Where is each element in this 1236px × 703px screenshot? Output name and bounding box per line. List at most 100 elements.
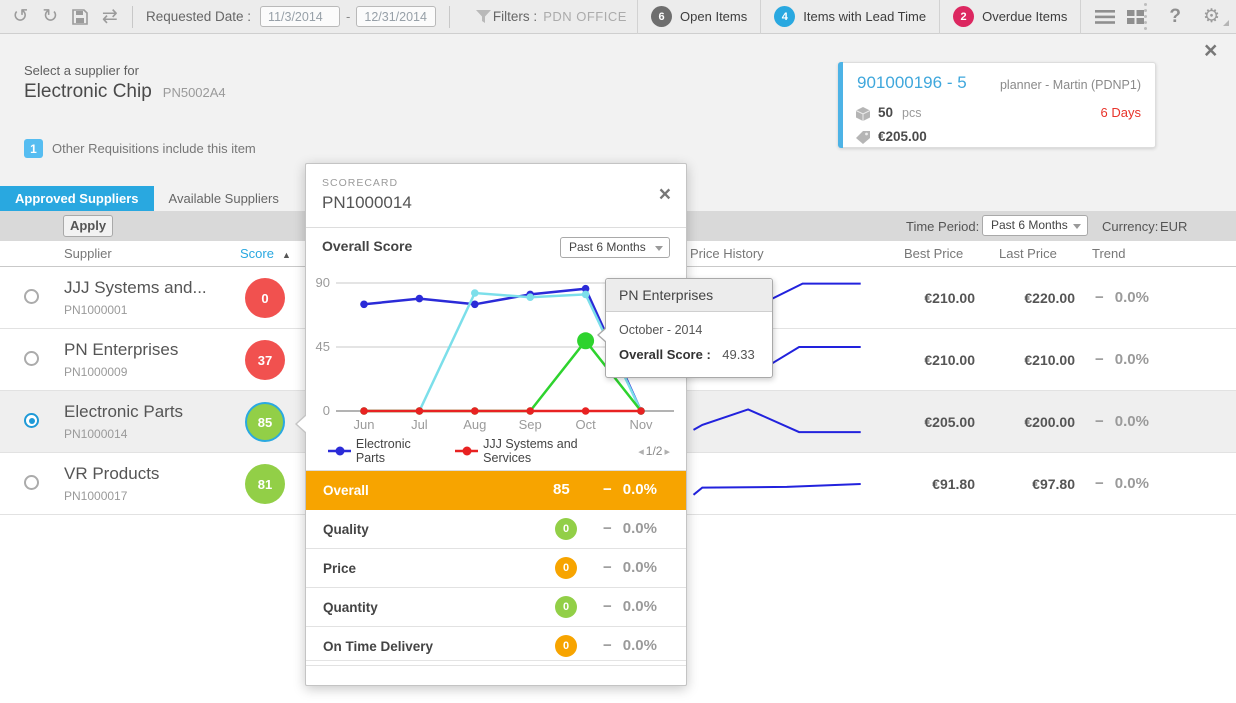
order-number-link[interactable]: 901000196 - 5 xyxy=(857,73,967,93)
supplier-score-badge[interactable]: 85 xyxy=(245,402,285,442)
metric-value: 85 xyxy=(553,481,570,498)
chart-line-electronic-parts xyxy=(364,289,641,411)
chart-point[interactable] xyxy=(526,293,534,301)
gear-icon[interactable]: ⚙ xyxy=(1203,7,1220,26)
column-score-sort[interactable]: Score▲ xyxy=(240,246,291,261)
close-icon[interactable]: × xyxy=(1204,39,1217,62)
metric-value-badge: 0 xyxy=(555,518,577,540)
order-price: €205.00 xyxy=(878,129,927,144)
redo-icon[interactable]: ↻ xyxy=(41,4,60,30)
trend-value: −0.0% xyxy=(1095,351,1149,368)
supplier-radio[interactable] xyxy=(24,289,39,304)
column-score-label: Score xyxy=(240,246,274,261)
metric-row[interactable]: Quantity 0 −0.0% xyxy=(306,588,686,627)
time-period-select[interactable]: Past 6 Months xyxy=(982,215,1088,236)
legend-next-icon[interactable]: ▸ xyxy=(664,445,670,458)
supplier-radio[interactable] xyxy=(24,413,39,428)
chart-point[interactable] xyxy=(582,407,590,415)
tooltip-body: October - 2014 Overall Score : 49.33 xyxy=(606,312,772,377)
date-to-input[interactable] xyxy=(356,6,436,27)
requisition-note: 1 Other Requisitions include this item xyxy=(24,139,256,158)
column-last-price: Last Price xyxy=(999,246,1057,261)
supplier-score-badge[interactable]: 81 xyxy=(245,464,285,504)
tooltip-score-label: Overall Score : xyxy=(619,347,711,362)
metric-label: Price xyxy=(323,561,356,576)
popup-close-icon[interactable]: × xyxy=(659,184,671,205)
scorecard-period-select[interactable]: Past 6 Months xyxy=(560,237,670,258)
column-price-history: Price History xyxy=(690,246,764,261)
metric-row[interactable]: Overall 85 −0.0% xyxy=(306,471,686,510)
column-trend: Trend xyxy=(1092,246,1125,261)
price-tag-icon xyxy=(855,130,871,149)
price-history-sparkline xyxy=(688,462,868,506)
metric-change: −0.0% xyxy=(603,520,657,537)
scorecard-title: PN1000014 xyxy=(322,193,670,213)
popup-callout-arrow xyxy=(295,414,306,434)
tooltip-title: PN Enterprises xyxy=(606,279,772,312)
chart-point[interactable] xyxy=(416,295,424,303)
supplier-score-badge[interactable]: 37 xyxy=(245,340,285,380)
chart-point[interactable] xyxy=(471,407,479,415)
tab-available-suppliers[interactable]: Available Suppliers xyxy=(154,186,294,211)
view-switcher xyxy=(1095,10,1144,24)
column-best-price: Best Price xyxy=(904,246,963,261)
badge-count: 6 xyxy=(651,6,672,27)
chart-highlight-point[interactable] xyxy=(577,332,594,349)
chart-point[interactable] xyxy=(416,407,424,415)
chart-point[interactable] xyxy=(637,407,645,415)
filter-icon[interactable] xyxy=(474,4,493,30)
status-badge[interactable]: 4 Items with Lead Time xyxy=(760,0,939,34)
best-price-value: €210.00 xyxy=(885,290,975,306)
supplier-name: VR Products xyxy=(64,464,159,484)
badge-label: Overdue Items xyxy=(982,9,1067,24)
metric-value-badge: 0 xyxy=(555,596,577,618)
metric-label: On Time Delivery xyxy=(323,639,433,654)
supplier-radio[interactable] xyxy=(24,351,39,366)
time-period-value: Past 6 Months xyxy=(991,218,1068,232)
filters-label: Filters : xyxy=(493,9,537,24)
undo-icon[interactable]: ↺ xyxy=(11,4,30,30)
supplier-score-badge[interactable]: 0 xyxy=(245,278,285,318)
trend-value: −0.0% xyxy=(1095,475,1149,492)
filters-value[interactable]: PDN OFFICE xyxy=(543,9,627,24)
supplier-radio[interactable] xyxy=(24,475,39,490)
status-badge[interactable]: 2 Overdue Items xyxy=(939,0,1081,34)
list-view-icon[interactable] xyxy=(1095,10,1115,24)
supplier-name: JJJ Systems and... xyxy=(64,278,207,298)
legend-pager[interactable]: ◂ 1/2 ▸ xyxy=(638,444,670,458)
requisition-note-text: Other Requisitions include this item xyxy=(52,141,256,156)
best-price-value: €91.80 xyxy=(885,476,975,492)
chart-point[interactable] xyxy=(360,301,368,309)
chart-point[interactable] xyxy=(360,407,368,415)
grid-view-icon[interactable] xyxy=(1127,10,1144,24)
metric-row[interactable]: Quality 0 −0.0% xyxy=(306,510,686,549)
help-icon[interactable]: ? xyxy=(1169,6,1181,28)
chart-tooltip: PN Enterprises October - 2014 Overall Sc… xyxy=(605,278,773,378)
date-from-input[interactable] xyxy=(260,6,340,27)
legend-item[interactable]: JJJ Systems and Services xyxy=(455,437,622,465)
metric-row[interactable]: Price 0 −0.0% xyxy=(306,549,686,588)
trend-value: −0.0% xyxy=(1095,413,1149,430)
requisition-count-badge[interactable]: 1 xyxy=(24,139,43,158)
transfer-icon[interactable]: ⇄ xyxy=(100,4,119,30)
page-title: Electronic Chip xyxy=(24,81,152,103)
save-icon[interactable] xyxy=(71,4,90,30)
toolbar-right: ? ⚙ xyxy=(1144,3,1236,30)
chart-point[interactable] xyxy=(471,289,479,297)
status-badge[interactable]: 6 Open Items xyxy=(637,0,760,34)
tab-approved-suppliers[interactable]: Approved Suppliers xyxy=(0,186,154,211)
planner-label: planner - Martin (PDNP1) xyxy=(1000,78,1141,92)
chart-point[interactable] xyxy=(471,301,479,309)
legend-prev-icon[interactable]: ◂ xyxy=(638,445,644,458)
chart-point[interactable] xyxy=(526,407,534,415)
chevron-down-icon xyxy=(655,246,663,251)
chart-point[interactable] xyxy=(582,291,590,299)
apply-button[interactable]: Apply xyxy=(63,215,113,237)
floppy-icon xyxy=(71,8,89,26)
requested-date-label: Requested Date : xyxy=(146,9,251,24)
legend-item[interactable]: Electronic Parts xyxy=(328,437,439,465)
tooltip-arrow xyxy=(597,327,606,343)
scorecard-label: SCORECARD xyxy=(322,177,670,189)
y-tick-label: 90 xyxy=(316,275,330,290)
chart-legend: Electronic Parts JJJ Systems and Service… xyxy=(306,435,686,470)
